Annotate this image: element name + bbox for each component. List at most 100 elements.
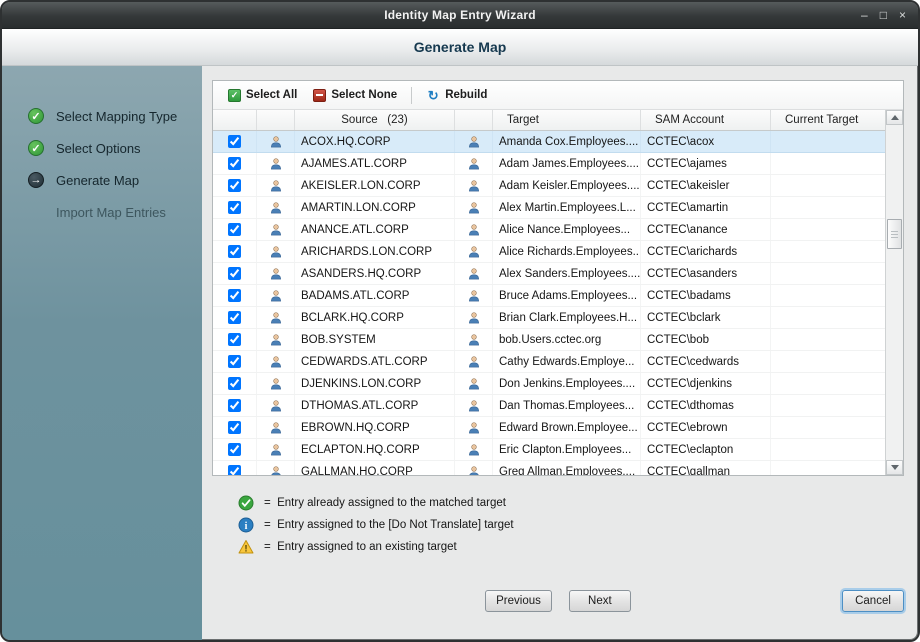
- target-cell: bob.Users.cctec.org: [493, 329, 641, 350]
- previous-button[interactable]: Previous: [485, 590, 552, 612]
- titlebar[interactable]: Identity Map Entry Wizard – □ ×: [2, 2, 918, 29]
- row-checkbox[interactable]: [228, 399, 241, 412]
- row-checkbox[interactable]: [228, 135, 241, 148]
- source-cell: EBROWN.HQ.CORP: [295, 417, 455, 438]
- select-none-icon: [313, 88, 327, 102]
- table-row[interactable]: AMARTIN.LON.CORP Alex Martin.Employees.L…: [213, 197, 885, 219]
- source-user-icon: [269, 421, 283, 435]
- table-row[interactable]: DTHOMAS.ATL.CORP Dan Thomas.Employees...…: [213, 395, 885, 417]
- source-cell: ECLAPTON.HQ.CORP: [295, 439, 455, 460]
- header-source[interactable]: Source (23): [295, 110, 455, 130]
- source-user-icon: [269, 245, 283, 259]
- select-none-button[interactable]: Select None: [306, 86, 404, 105]
- table-row[interactable]: AKEISLER.LON.CORP Adam Keisler.Employees…: [213, 175, 885, 197]
- current-target-cell: [771, 373, 885, 394]
- next-button[interactable]: Next: [568, 590, 631, 612]
- table-row[interactable]: DJENKINS.LON.CORP Don Jenkins.Employees.…: [213, 373, 885, 395]
- table-body: ACOX.HQ.CORP Amanda Cox.Employees.... CC…: [213, 131, 885, 475]
- source-user-icon: [269, 289, 283, 303]
- sam-account-cell: CCTEC\bob: [641, 329, 771, 350]
- sam-account-cell: CCTEC\akeisler: [641, 175, 771, 196]
- source-cell: GALLMAN.HQ.CORP: [295, 461, 455, 475]
- table-row[interactable]: CEDWARDS.ATL.CORP Cathy Edwards.Employe.…: [213, 351, 885, 373]
- current-target-cell: [771, 439, 885, 460]
- row-checkbox[interactable]: [228, 223, 241, 236]
- table-row[interactable]: BCLARK.HQ.CORP Brian Clark.Employees.H..…: [213, 307, 885, 329]
- target-user-icon: [467, 465, 481, 475]
- table-row[interactable]: AJAMES.ATL.CORP Adam James.Employees....…: [213, 153, 885, 175]
- target-cell: Bruce Adams.Employees...: [493, 285, 641, 306]
- row-checkbox[interactable]: [228, 333, 241, 346]
- svg-text:!: !: [245, 544, 248, 554]
- sidebar-item-select-mapping-type: Select Mapping Type: [2, 100, 202, 132]
- source-user-icon: [269, 311, 283, 325]
- select-all-icon: [228, 88, 241, 102]
- table-row[interactable]: ASANDERS.HQ.CORP Alex Sanders.Employees.…: [213, 263, 885, 285]
- target-cell: Don Jenkins.Employees....: [493, 373, 641, 394]
- close-icon[interactable]: ×: [899, 9, 906, 21]
- rebuild-button[interactable]: Rebuild: [419, 85, 494, 105]
- current-target-cell: [771, 219, 885, 240]
- target-user-icon: [467, 223, 481, 237]
- row-checkbox[interactable]: [228, 179, 241, 192]
- source-user-icon: [269, 377, 283, 391]
- wizard-header: Generate Map: [2, 29, 918, 66]
- row-checkbox[interactable]: [228, 201, 241, 214]
- row-checkbox[interactable]: [228, 289, 241, 302]
- target-cell: Alex Sanders.Employees....: [493, 263, 641, 284]
- header-target[interactable]: Target: [493, 110, 641, 130]
- row-checkbox[interactable]: [228, 421, 241, 434]
- header-current-target[interactable]: Current Target: [771, 110, 885, 130]
- row-checkbox[interactable]: [228, 311, 241, 324]
- table-row[interactable]: ECLAPTON.HQ.CORP Eric Clapton.Employees.…: [213, 439, 885, 461]
- source-cell: DTHOMAS.ATL.CORP: [295, 395, 455, 416]
- sidebar-item-select-options: Select Options: [2, 132, 202, 164]
- sam-account-cell: CCTEC\gallman: [641, 461, 771, 475]
- page-title: Generate Map: [413, 39, 507, 55]
- source-cell: ARICHARDS.LON.CORP: [295, 241, 455, 262]
- table-row[interactable]: ARICHARDS.LON.CORP Alice Richards.Employ…: [213, 241, 885, 263]
- table-row[interactable]: GALLMAN.HQ.CORP Greg Allman.Employees...…: [213, 461, 885, 475]
- scrollbar-thumb[interactable]: [887, 219, 902, 249]
- table-row[interactable]: BOB.SYSTEM bob.Users.cctec.org CCTEC\bob: [213, 329, 885, 351]
- row-checkbox[interactable]: [228, 465, 241, 475]
- minimize-icon[interactable]: –: [861, 9, 868, 21]
- vertical-scrollbar[interactable]: [885, 110, 903, 475]
- source-user-icon: [269, 223, 283, 237]
- svg-text:i: i: [245, 521, 248, 532]
- scroll-up-button[interactable]: [886, 110, 903, 125]
- legend-item-existing-target: ! = Entry assigned to an existing target: [238, 536, 904, 558]
- table-row[interactable]: ANANCE.ATL.CORP Alice Nance.Employees...…: [213, 219, 885, 241]
- status-legend: = Entry already assigned to the matched …: [238, 492, 904, 558]
- scroll-down-button[interactable]: [886, 460, 903, 475]
- legend-text: = Entry assigned to an existing target: [264, 541, 457, 553]
- sam-account-cell: CCTEC\djenkins: [641, 373, 771, 394]
- target-user-icon: [467, 399, 481, 413]
- source-cell: BCLARK.HQ.CORP: [295, 307, 455, 328]
- row-checkbox[interactable]: [228, 267, 241, 280]
- target-user-icon: [467, 377, 481, 391]
- header-sam-account[interactable]: SAM Account: [641, 110, 771, 130]
- scrollbar-track[interactable]: [886, 125, 903, 460]
- row-checkbox[interactable]: [228, 355, 241, 368]
- row-checkbox[interactable]: [228, 245, 241, 258]
- target-cell: Cathy Edwards.Employe...: [493, 351, 641, 372]
- cancel-button[interactable]: Cancel: [842, 590, 904, 612]
- sam-account-cell: CCTEC\arichards: [641, 241, 771, 262]
- select-all-button[interactable]: Select All: [221, 86, 304, 105]
- table-row[interactable]: EBROWN.HQ.CORP Edward Brown.Employee... …: [213, 417, 885, 439]
- target-user-icon: [467, 443, 481, 457]
- table-row[interactable]: ACOX.HQ.CORP Amanda Cox.Employees.... CC…: [213, 131, 885, 153]
- target-cell: Adam James.Employees....: [493, 153, 641, 174]
- row-checkbox[interactable]: [228, 157, 241, 170]
- maximize-icon[interactable]: □: [880, 9, 887, 21]
- table-row[interactable]: BADAMS.ATL.CORP Bruce Adams.Employees...…: [213, 285, 885, 307]
- row-checkbox[interactable]: [228, 377, 241, 390]
- target-user-icon: [467, 157, 481, 171]
- row-checkbox[interactable]: [228, 443, 241, 456]
- target-cell: Adam Keisler.Employees....: [493, 175, 641, 196]
- current-target-cell: [771, 197, 885, 218]
- source-cell: ACOX.HQ.CORP: [295, 131, 455, 152]
- source-cell: BADAMS.ATL.CORP: [295, 285, 455, 306]
- source-cell: ANANCE.ATL.CORP: [295, 219, 455, 240]
